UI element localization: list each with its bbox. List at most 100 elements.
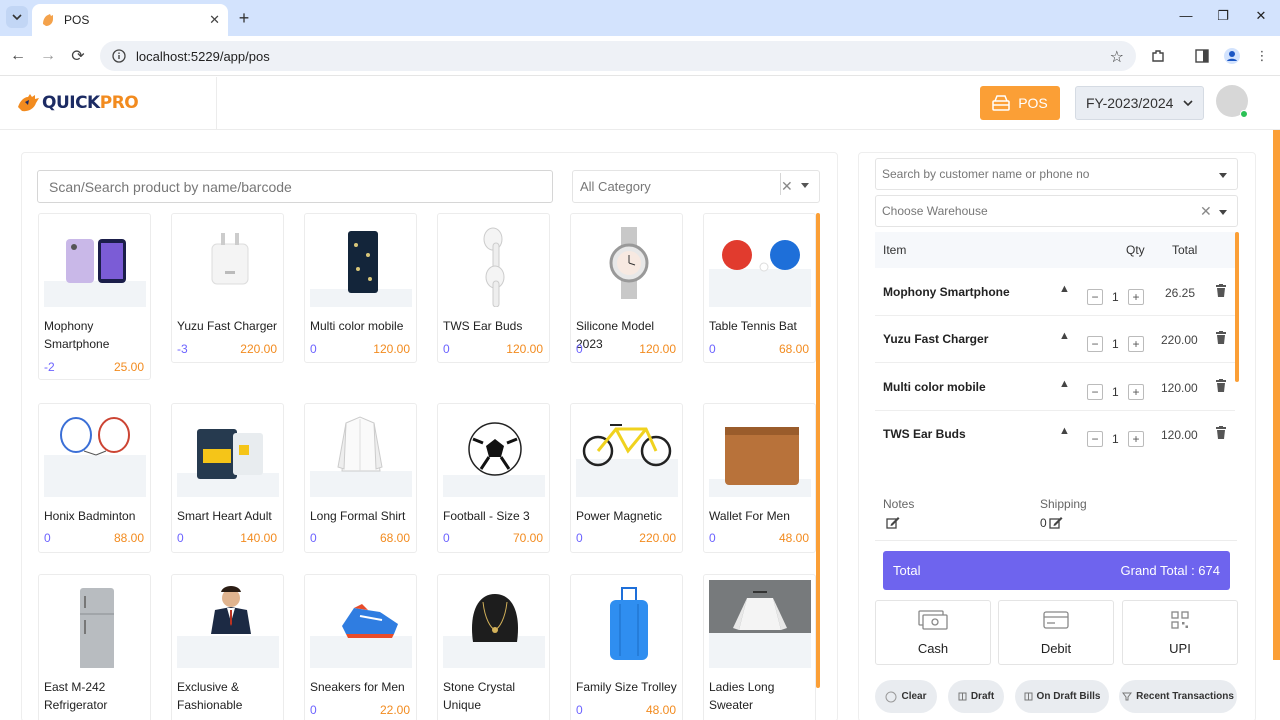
clear-icon[interactable]: ✕ — [781, 178, 793, 195]
cart-item-name: Mophony Smartphone — [883, 285, 1010, 299]
chevron-up-icon[interactable]: ▲ — [1059, 425, 1070, 437]
fiscal-year-select[interactable]: FY-2023/2024 — [1075, 86, 1204, 120]
warehouse-placeholder: Choose Warehouse — [882, 204, 988, 218]
product-name: Football - Size 3 — [443, 509, 530, 523]
reload-icon[interactable]: ⟳ — [68, 46, 88, 66]
cart-scrollbar[interactable] — [1235, 232, 1239, 382]
product-card[interactable]: Mophony Smartphone -2 25.00 — [38, 213, 151, 380]
upi-payment-button[interactable]: UPI — [1122, 600, 1238, 665]
total-label: Total — [893, 563, 921, 578]
warehouse-select[interactable]: Choose Warehouse ✕ — [875, 195, 1238, 227]
window-close-icon[interactable]: ✕ — [1251, 8, 1271, 24]
qty-decrease-button[interactable]: − — [1087, 336, 1103, 352]
pos-button[interactable]: POS — [980, 86, 1060, 120]
product-card[interactable]: TWS Ear Buds 0 120.00 — [437, 213, 550, 363]
bookmark-star-icon[interactable]: ☆ — [1110, 47, 1124, 67]
qty-decrease-button[interactable]: − — [1087, 431, 1103, 447]
product-card[interactable]: Wallet For Men 0 48.00 — [703, 403, 816, 553]
product-name: Ladies Long Sweater — [709, 680, 775, 712]
cart-item-total: 220.00 — [1161, 333, 1198, 347]
cash-payment-button[interactable]: Cash — [875, 600, 991, 665]
qty-increase-button[interactable]: + — [1128, 431, 1144, 447]
minimize-icon[interactable]: — — [1176, 8, 1196, 23]
qty-increase-button[interactable]: + — [1128, 289, 1144, 305]
product-image — [177, 586, 279, 668]
close-icon[interactable]: ✕ — [209, 12, 220, 28]
forward-icon[interactable]: → — [38, 46, 58, 66]
clear-icon[interactable]: ✕ — [1200, 203, 1212, 220]
product-search-input[interactable] — [37, 170, 553, 203]
address-bar-row: ← → ⟳ localhost:5229/app/pos ☆ ⋮ — [0, 36, 1280, 76]
product-stock: 0 — [576, 703, 583, 717]
chevron-up-icon[interactable]: ▲ — [1059, 378, 1070, 390]
product-image — [443, 422, 545, 497]
cart-item-qty: 1 — [1112, 290, 1119, 304]
chevron-up-icon[interactable]: ▲ — [1059, 330, 1070, 342]
recent-transactions-button[interactable]: Recent Transactions — [1119, 680, 1237, 713]
product-card[interactable]: Long Formal Shirt 0 68.00 — [304, 403, 417, 553]
draft-button[interactable]: Draft — [948, 680, 1004, 713]
chevron-down-icon — [1183, 100, 1193, 107]
product-price: 220.00 — [240, 342, 277, 356]
product-name: East M-242 Refrigerator — [44, 680, 108, 712]
payment-label: Debit — [1040, 641, 1072, 656]
product-card[interactable]: Silicone Model 2023 0 120.00 — [570, 213, 683, 363]
product-card[interactable]: Table Tennis Bat 0 68.00 — [703, 213, 816, 363]
cash-icon — [918, 610, 948, 630]
trash-icon[interactable] — [1215, 284, 1227, 297]
summary-divider — [875, 540, 1237, 541]
product-card[interactable]: Stone Crystal Unique — [437, 574, 550, 720]
extensions-icon[interactable] — [1148, 46, 1168, 66]
caret-down-icon[interactable] — [1219, 210, 1227, 215]
more-menu-icon[interactable]: ⋮ — [1252, 46, 1272, 66]
back-icon[interactable]: ← — [8, 46, 28, 66]
online-status-dot — [1240, 110, 1248, 118]
customer-search-select[interactable]: Search by customer name or phone no — [875, 158, 1238, 190]
caret-down-icon[interactable] — [1219, 173, 1227, 178]
shipping-edit-icon[interactable] — [1049, 516, 1063, 529]
product-grid-scrollbar[interactable] — [816, 213, 820, 688]
qty-decrease-button[interactable]: − — [1087, 289, 1103, 305]
product-card[interactable]: Yuzu Fast Charger -3 220.00 — [171, 213, 284, 363]
product-card[interactable]: Multi color mobile 0 120.00 — [304, 213, 417, 363]
product-card[interactable]: Family Size Trolley 0 48.00 — [570, 574, 683, 720]
product-card[interactable]: Power Magnetic 0 220.00 — [570, 403, 683, 553]
profile-icon[interactable] — [1222, 46, 1242, 66]
trash-icon[interactable] — [1215, 331, 1227, 344]
quickpro-logo[interactable]: QUICKPRO — [16, 93, 139, 113]
product-price: 120.00 — [373, 342, 410, 356]
maximize-icon[interactable]: ❐ — [1213, 8, 1233, 24]
category-select[interactable]: All Category ✕ — [572, 170, 820, 203]
notes-edit-icon[interactable] — [886, 516, 900, 529]
product-name: Sneakers for Men — [310, 680, 405, 694]
product-card[interactable]: Sneakers for Men 0 22.00 — [304, 574, 417, 720]
debit-payment-button[interactable]: Debit — [998, 600, 1114, 665]
product-card[interactable]: Exclusive & Fashionable — [171, 574, 284, 720]
chevron-up-icon[interactable]: ▲ — [1059, 283, 1070, 295]
product-card[interactable]: Smart Heart Adult 0 140.00 — [171, 403, 284, 553]
trash-icon[interactable] — [1215, 426, 1227, 439]
trash-icon[interactable] — [1215, 379, 1227, 392]
shipping-label: Shipping — [1040, 497, 1087, 511]
info-icon[interactable] — [112, 49, 126, 63]
product-card[interactable]: Football - Size 3 0 70.00 — [437, 403, 550, 553]
clear-button[interactable]: Clear — [875, 680, 937, 713]
qty-increase-button[interactable]: + — [1128, 336, 1144, 352]
browser-tab[interactable]: POS ✕ — [32, 4, 228, 36]
product-image — [44, 239, 146, 307]
new-tab-button[interactable]: + — [234, 8, 254, 28]
caret-down-icon[interactable] — [801, 183, 809, 188]
qty-increase-button[interactable]: + — [1128, 384, 1144, 400]
tab-search-button[interactable] — [6, 6, 28, 28]
hand-logo-icon — [18, 94, 39, 112]
side-panel-icon[interactable] — [1192, 46, 1212, 66]
omnibox[interactable]: localhost:5229/app/pos ☆ — [100, 41, 1136, 71]
product-name: Table Tennis Bat — [709, 319, 797, 333]
product-card[interactable]: East M-242 Refrigerator — [38, 574, 151, 720]
product-name: Exclusive & Fashionable — [177, 680, 243, 712]
product-card[interactable]: Honix Badminton 0 88.00 — [38, 403, 151, 553]
on-draft-bills-button[interactable]: On Draft Bills — [1015, 680, 1109, 713]
qty-decrease-button[interactable]: − — [1087, 384, 1103, 400]
product-card[interactable]: Ladies Long Sweater — [703, 574, 816, 720]
page-scrollbar[interactable] — [1273, 130, 1280, 660]
